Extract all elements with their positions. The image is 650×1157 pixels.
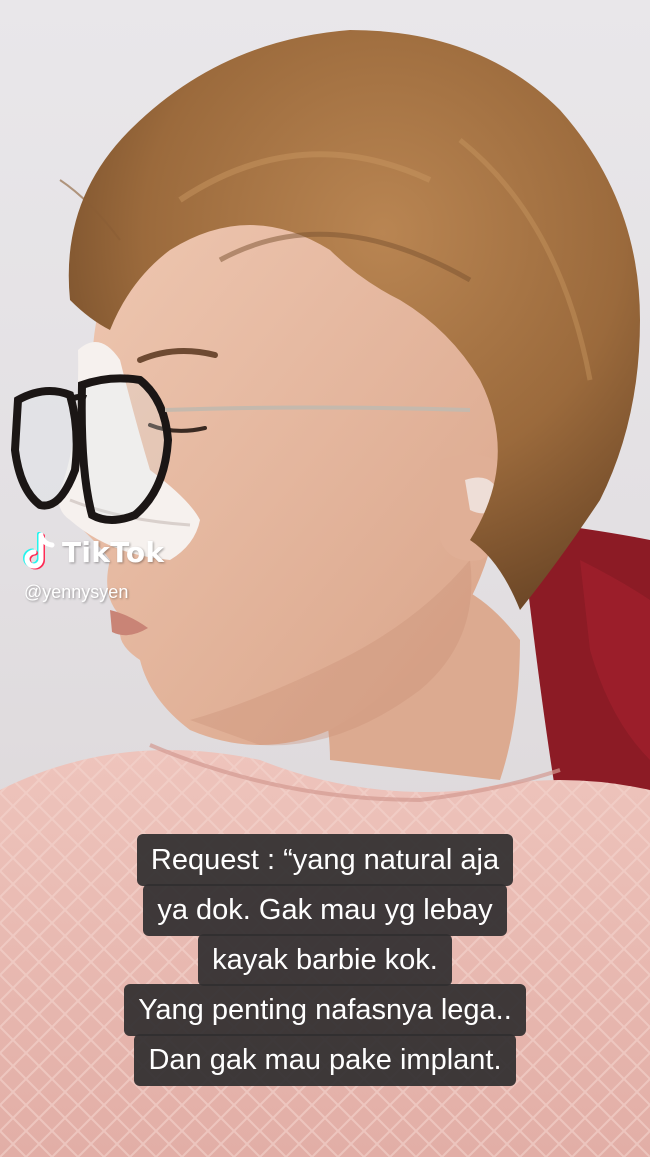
tiktok-watermark: TikTok @yennysyen: [22, 532, 164, 603]
caption-line: Request : “yang natural aja: [136, 834, 514, 886]
caption-line: Dan gak mau pake implant.: [134, 1034, 516, 1086]
caption-line: kayak barbie kok.: [198, 934, 452, 986]
caption-line: Yang penting nafasnya lega..: [124, 984, 526, 1036]
tiktok-brand: TikTok: [62, 535, 165, 569]
caption: Request : “yang natural aja ya dok. Gak …: [0, 834, 650, 1086]
video-frame: TikTok @yennysyen Request : “yang natura…: [0, 0, 650, 1157]
creator-handle: @yennysyen: [24, 582, 129, 602]
caption-line: ya dok. Gak mau yg lebay: [143, 884, 507, 936]
tiktok-note-icon: [23, 532, 55, 570]
